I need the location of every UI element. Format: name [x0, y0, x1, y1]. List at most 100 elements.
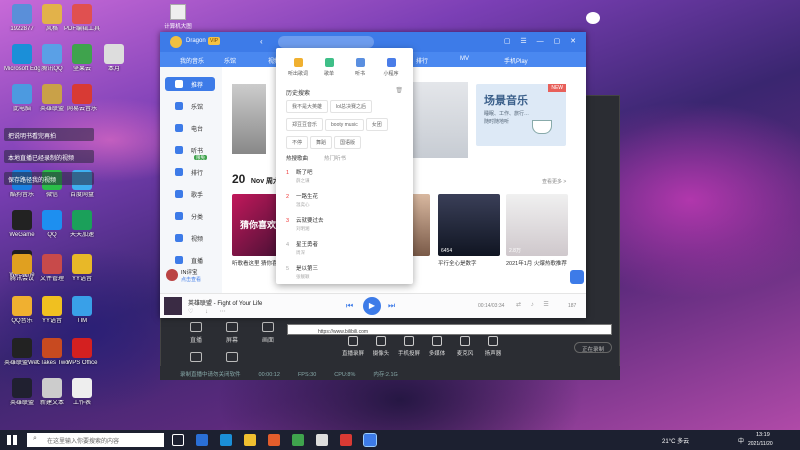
taskbar-search[interactable]: ⌕ 在这里输入你要搜索的内容: [27, 433, 164, 447]
playlist-count[interactable]: 187: [568, 303, 576, 309]
hot-tab[interactable]: 热搜歌曲: [286, 154, 308, 162]
recorder-url-text: https://www.bilibili.com: [318, 329, 369, 335]
app-icon[interactable]: [340, 434, 352, 446]
edge-icon[interactable]: [220, 434, 232, 446]
weather-widget[interactable]: 21°C 多云: [662, 436, 689, 445]
next-button[interactable]: ⏭: [388, 301, 395, 311]
desktop-icon[interactable]: 文件管理: [34, 254, 70, 283]
ime-indicator[interactable]: 中: [738, 436, 744, 445]
hot-search-item[interactable]: 4 星王勇者 周深: [286, 240, 406, 256]
recorder-url-bar[interactable]: https://www.bilibili.com: [287, 324, 612, 335]
shortcut-item[interactable]: 听书: [346, 58, 374, 77]
app-icon[interactable]: [316, 434, 328, 446]
album-cover[interactable]: [164, 297, 182, 315]
back-icon[interactable]: ‹: [260, 37, 263, 46]
history-tag[interactable]: 不停: [286, 136, 309, 149]
vip-badge[interactable]: VIP: [208, 37, 221, 45]
history-tag[interactable]: 舞蹈: [310, 136, 333, 149]
shortcut-item[interactable]: 歌单: [315, 58, 343, 77]
history-tag[interactable]: 女团: [365, 118, 388, 131]
sidebar-item[interactable]: 电台: [165, 121, 215, 135]
history-tag[interactable]: booty music: [325, 119, 364, 131]
recorder-tab[interactable]: 直播: [179, 322, 213, 344]
sidebar-item[interactable]: 乐馆: [165, 99, 215, 113]
recorder-button[interactable]: 扬声器: [478, 336, 508, 357]
playlist-card[interactable]: 6454: [438, 194, 500, 256]
play-button[interactable]: ▶: [363, 297, 381, 315]
sidebar-item[interactable]: 推荐: [165, 77, 215, 91]
trash-icon[interactable]: 🗑: [395, 87, 403, 94]
recorder-button[interactable]: 手机投屏: [394, 336, 424, 357]
search-input[interactable]: [278, 36, 374, 48]
start-button[interactable]: [7, 435, 17, 445]
hot-search-item[interactable]: 2 一路生花 温奕心: [286, 192, 406, 208]
history-tag[interactable]: lol总决赛之后: [330, 100, 373, 113]
song-title[interactable]: 英雄联盟 - Fight of Your Life: [188, 298, 262, 307]
desktop-icon[interactable]: 工作表: [64, 378, 100, 407]
card-title[interactable]: 2021年1月 火爆热歌推荐: [506, 259, 568, 267]
banner-left[interactable]: [232, 84, 266, 154]
search-placeholder: 在这里输入你要搜索的内容: [47, 439, 120, 445]
task-view-icon[interactable]: [172, 434, 184, 446]
hot-search-item[interactable]: 3 云就要过去 刘明湘: [286, 216, 406, 232]
desktop-icon[interactable]: 本月: [96, 44, 132, 73]
explorer-icon[interactable]: [244, 434, 256, 446]
card-title[interactable]: 平行全心是数字: [438, 259, 500, 267]
clock-date[interactable]: 2021/11/20: [748, 441, 773, 447]
hot-title: 一路生花: [296, 194, 319, 200]
top-tab[interactable]: 手机Play: [504, 56, 528, 65]
top-tab[interactable]: MV: [460, 56, 469, 62]
desktop-icon[interactable]: QQ音乐: [4, 296, 40, 325]
sidebar-item[interactable]: 排行: [165, 165, 215, 179]
shortcut-item[interactable]: 小程序: [377, 58, 405, 77]
user-name[interactable]: Dragon: [186, 38, 206, 44]
desktop-icon[interactable]: WPS Office: [64, 338, 100, 367]
desktop-note: 本地直播已经录制的视频: [4, 150, 94, 163]
banner-subtitle: 睡眠、工作、旅行…: [484, 111, 530, 117]
cat-icon[interactable]: [586, 12, 600, 24]
desktop-icon[interactable]: 坚果云: [64, 44, 100, 73]
recorder-status-button[interactable]: 正在录制: [574, 342, 612, 353]
store-icon[interactable]: [268, 434, 280, 446]
playlist-card[interactable]: 2.8万: [506, 194, 568, 256]
sidebar-user[interactable]: IN评宝 点击查看: [166, 268, 218, 284]
desktop-icon[interactable]: 网易云音乐: [64, 84, 100, 113]
app-icon[interactable]: [292, 434, 304, 446]
widgets-icon[interactable]: [196, 434, 208, 446]
app-icon: [42, 296, 62, 316]
sidebar-item[interactable]: 分类: [165, 209, 215, 223]
desktop-icon[interactable]: PDF编辑工具: [64, 4, 100, 33]
history-tag[interactable]: 我不是大英雄: [286, 100, 329, 113]
clock-time[interactable]: 13:19: [756, 432, 770, 438]
desktop-icon[interactable]: 天天加速: [64, 210, 100, 239]
history-tag[interactable]: 国语版: [334, 136, 362, 149]
recorder-tab[interactable]: 画面: [251, 322, 285, 344]
recorder-button[interactable]: 摄像头: [366, 336, 396, 357]
recorder-button[interactable]: 多媒体: [422, 336, 452, 357]
desktop-icon[interactable]: TIM: [64, 296, 100, 325]
banner-middle[interactable]: [412, 82, 468, 158]
avatar[interactable]: [170, 36, 182, 48]
top-tab[interactable]: 我的音乐: [180, 56, 204, 65]
sidebar-item[interactable]: 直播: [165, 253, 215, 267]
sidebar-item[interactable]: 听书限免: [165, 143, 215, 160]
more-link[interactable]: 查看更多 >: [542, 178, 566, 185]
history-tag[interactable]: 郑豆豆音乐: [286, 118, 324, 131]
hot-search-item[interactable]: 5 是以第三 张靓颖: [286, 264, 406, 280]
prev-button[interactable]: ⏮: [346, 301, 353, 311]
shortcut-icon: [293, 58, 303, 67]
hot-search-item[interactable]: 1 断了吧 薛之谦: [286, 168, 406, 184]
qq-music-icon[interactable]: [363, 433, 377, 447]
sidebar-item[interactable]: 视频: [165, 231, 215, 245]
side-float-button[interactable]: [570, 270, 584, 284]
top-tab[interactable]: 乐馆: [224, 56, 236, 65]
desktop-corner-icon[interactable]: 计算机大图: [164, 4, 192, 30]
hot-tab[interactable]: 热门听书: [324, 154, 346, 162]
banner-right-card[interactable]: NEW 场景音乐 睡眠、工作、旅行… 随时随地听: [476, 84, 566, 146]
recorder-button[interactable]: 直播录屏: [338, 336, 368, 357]
sidebar-item[interactable]: 歌手: [165, 187, 215, 201]
recorder-tab[interactable]: 屏幕: [215, 322, 249, 344]
recorder-button[interactable]: 麦克风: [450, 336, 480, 357]
top-tab[interactable]: 排行: [416, 56, 428, 65]
shortcut-item[interactable]: 听出歌词: [284, 58, 312, 77]
